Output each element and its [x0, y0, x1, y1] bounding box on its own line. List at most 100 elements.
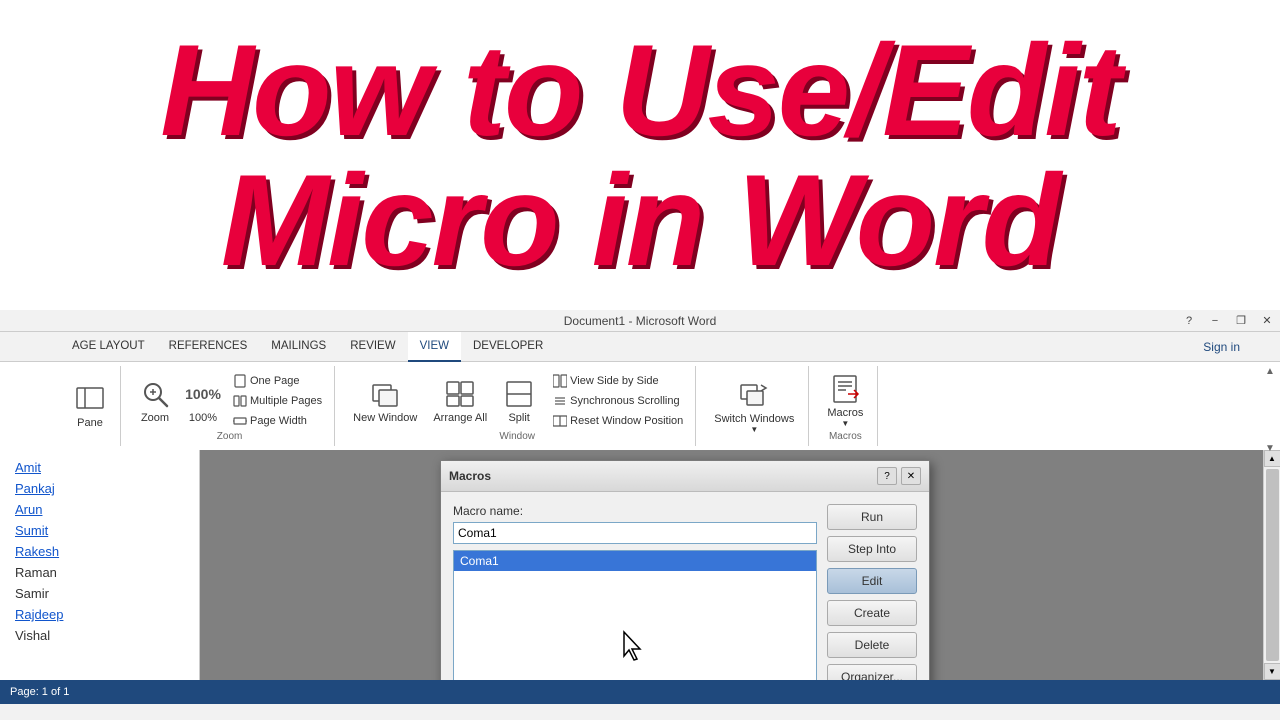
create-button[interactable]: Create — [827, 600, 917, 626]
dialog-titlebar: Macros ? ✕ — [441, 461, 929, 492]
sidebar-item-raman: Raman — [15, 565, 184, 580]
window-buttons: New Window Arrange All — [347, 366, 687, 431]
scroll-down-arrow[interactable]: ▼ — [1264, 663, 1280, 680]
ribbon-content: Pane Zoom — [0, 362, 1280, 450]
view-side-by-side-button[interactable]: View Side by Side — [549, 372, 687, 390]
macros-buttons: Macros ▼ — [821, 366, 869, 431]
synchronous-scrolling-label: Synchronous Scrolling — [570, 395, 679, 407]
multiple-pages-label: Multiple Pages — [250, 395, 322, 407]
pane-label: Pane — [77, 417, 103, 429]
zoom-label: Zoom — [141, 412, 169, 424]
macro-name-label: Macro name: — [453, 504, 817, 518]
main-document: Macros ? ✕ Macro name: Coma1 — [200, 450, 1263, 680]
tab-mailings[interactable]: MAILINGS — [259, 332, 338, 362]
dialog-left: Macro name: Coma1 — [453, 504, 817, 680]
dialog-buttons: Run Step Into Edit Create Delete Organiz… — [827, 504, 917, 680]
switch-windows-arrow: ▼ — [750, 425, 758, 434]
dialog-close-button[interactable]: ✕ — [901, 467, 921, 485]
split-icon — [503, 378, 535, 410]
switch-windows-label: Switch Windows — [714, 413, 794, 425]
one-page-label: One Page — [250, 375, 300, 387]
reset-window-position-label: Reset Window Position — [570, 415, 683, 427]
macros-button[interactable]: Macros ▼ — [821, 371, 869, 431]
organizer-button[interactable]: Organizer... — [827, 664, 917, 680]
dialog-controls: ? ✕ — [877, 467, 921, 485]
pane-button[interactable]: Pane — [68, 376, 112, 436]
title-line1: How to Use/Edit — [160, 25, 1119, 155]
macro-name-input[interactable] — [453, 522, 817, 544]
status-page-info: Page: 1 of 1 — [10, 686, 69, 698]
zoom-button[interactable]: Zoom — [133, 371, 177, 431]
title-overlay: How to Use/Edit Micro in Word — [0, 0, 1280, 310]
macros-group-label: Macros — [829, 431, 862, 446]
reset-window-position-button[interactable]: Reset Window Position — [549, 412, 687, 430]
sidebar-item-vishal: Vishal — [15, 628, 184, 643]
zoom-100-icon: 100% — [187, 378, 219, 410]
macros-arrow: ▼ — [841, 419, 849, 428]
dialog-body: Macro name: Coma1 Run Step Into Edit Cre… — [441, 492, 929, 680]
titlebar: Document1 - Microsoft Word ? − ❐ ✕ — [0, 310, 1280, 332]
restore-button[interactable]: ❐ — [1228, 310, 1254, 332]
split-button[interactable]: Split — [497, 371, 541, 431]
sidebar-item-amit[interactable]: Amit — [15, 460, 184, 475]
page-width-button[interactable]: Page Width — [229, 412, 326, 430]
dialog-title: Macros — [449, 469, 491, 483]
zoom-group-label: Zoom — [217, 431, 243, 446]
tab-page-layout[interactable]: AGE LAYOUT — [60, 332, 157, 362]
new-window-icon — [369, 378, 401, 410]
zoom-icon — [139, 378, 171, 410]
arrange-all-button[interactable]: Arrange All — [427, 371, 493, 431]
tab-review[interactable]: REVIEW — [338, 332, 407, 362]
titlebar-text: Document1 - Microsoft Word — [564, 314, 717, 328]
title-line2: Micro in Word — [221, 155, 1059, 285]
word-app: Document1 - Microsoft Word ? − ❐ ✕ AGE L… — [0, 310, 1280, 720]
statusbar: Page: 1 of 1 — [0, 680, 1280, 704]
view-side-by-side-label: View Side by Side — [570, 375, 658, 387]
tab-references[interactable]: REFERENCES — [157, 332, 260, 362]
one-page-button[interactable]: One Page — [229, 372, 326, 390]
page-area: Amit Pankaj Arun Sumit Rakesh Raman Sami… — [0, 450, 1280, 680]
zoom-100-label: 100% — [189, 412, 217, 424]
ribbon-group-macros: Macros ▼ Macros — [813, 366, 878, 446]
multiple-pages-button[interactable]: Multiple Pages — [229, 392, 326, 410]
ribbon-scroll-down[interactable]: ▼ — [1265, 443, 1275, 454]
new-window-label: New Window — [353, 412, 417, 424]
pane-icon — [74, 383, 106, 415]
right-scrollbar: ▲ ▼ — [1263, 450, 1280, 680]
page-width-label: Page Width — [250, 415, 307, 427]
ribbon-group-window: New Window Arrange All — [339, 366, 696, 446]
signin-link[interactable]: Sign in — [1203, 340, 1240, 354]
switch-buttons: Switch Windows ▼ — [708, 366, 800, 442]
sidebar-item-pankaj[interactable]: Pankaj — [15, 481, 184, 496]
sidebar-item-rakesh[interactable]: Rakesh — [15, 544, 184, 559]
close-button[interactable]: ✕ — [1254, 310, 1280, 332]
macro-item-coma1[interactable]: Coma1 — [454, 551, 816, 571]
switch-windows-button[interactable]: Switch Windows ▼ — [708, 376, 800, 436]
macros-label: Macros — [827, 407, 863, 419]
arrange-all-label: Arrange All — [433, 412, 487, 424]
sidebar-item-rajdeep[interactable]: Rajdeep — [15, 607, 184, 622]
ribbon-group-switch: Switch Windows ▼ — [700, 366, 809, 446]
synchronous-scrolling-button[interactable]: Synchronous Scrolling — [549, 392, 687, 410]
ribbon-scroll-up[interactable]: ▲ — [1265, 366, 1275, 377]
macro-list[interactable]: Coma1 — [453, 550, 817, 680]
sidebar-item-samir: Samir — [15, 586, 184, 601]
dialog-help-button[interactable]: ? — [877, 467, 897, 485]
help-button[interactable]: ? — [1176, 310, 1202, 332]
pane-buttons: Pane — [68, 366, 112, 442]
zoom-100-button[interactable]: 100% 100% — [181, 371, 225, 431]
new-window-button[interactable]: New Window — [347, 371, 423, 431]
sidebar-item-sumit[interactable]: Sumit — [15, 523, 184, 538]
split-label: Split — [508, 412, 529, 424]
delete-button[interactable]: Delete — [827, 632, 917, 658]
macros-icon — [829, 373, 861, 405]
tab-view[interactable]: VIEW — [408, 332, 461, 362]
scroll-thumb[interactable] — [1266, 469, 1279, 661]
ribbon-group-zoom: Zoom 100% 100% One Page Multiple Pages — [125, 366, 335, 446]
edit-button[interactable]: Edit — [827, 568, 917, 594]
minimize-button[interactable]: − — [1202, 310, 1228, 332]
tab-developer[interactable]: DEVELOPER — [461, 332, 555, 362]
run-button[interactable]: Run — [827, 504, 917, 530]
step-into-button[interactable]: Step Into — [827, 536, 917, 562]
sidebar-item-arun[interactable]: Arun — [15, 502, 184, 517]
